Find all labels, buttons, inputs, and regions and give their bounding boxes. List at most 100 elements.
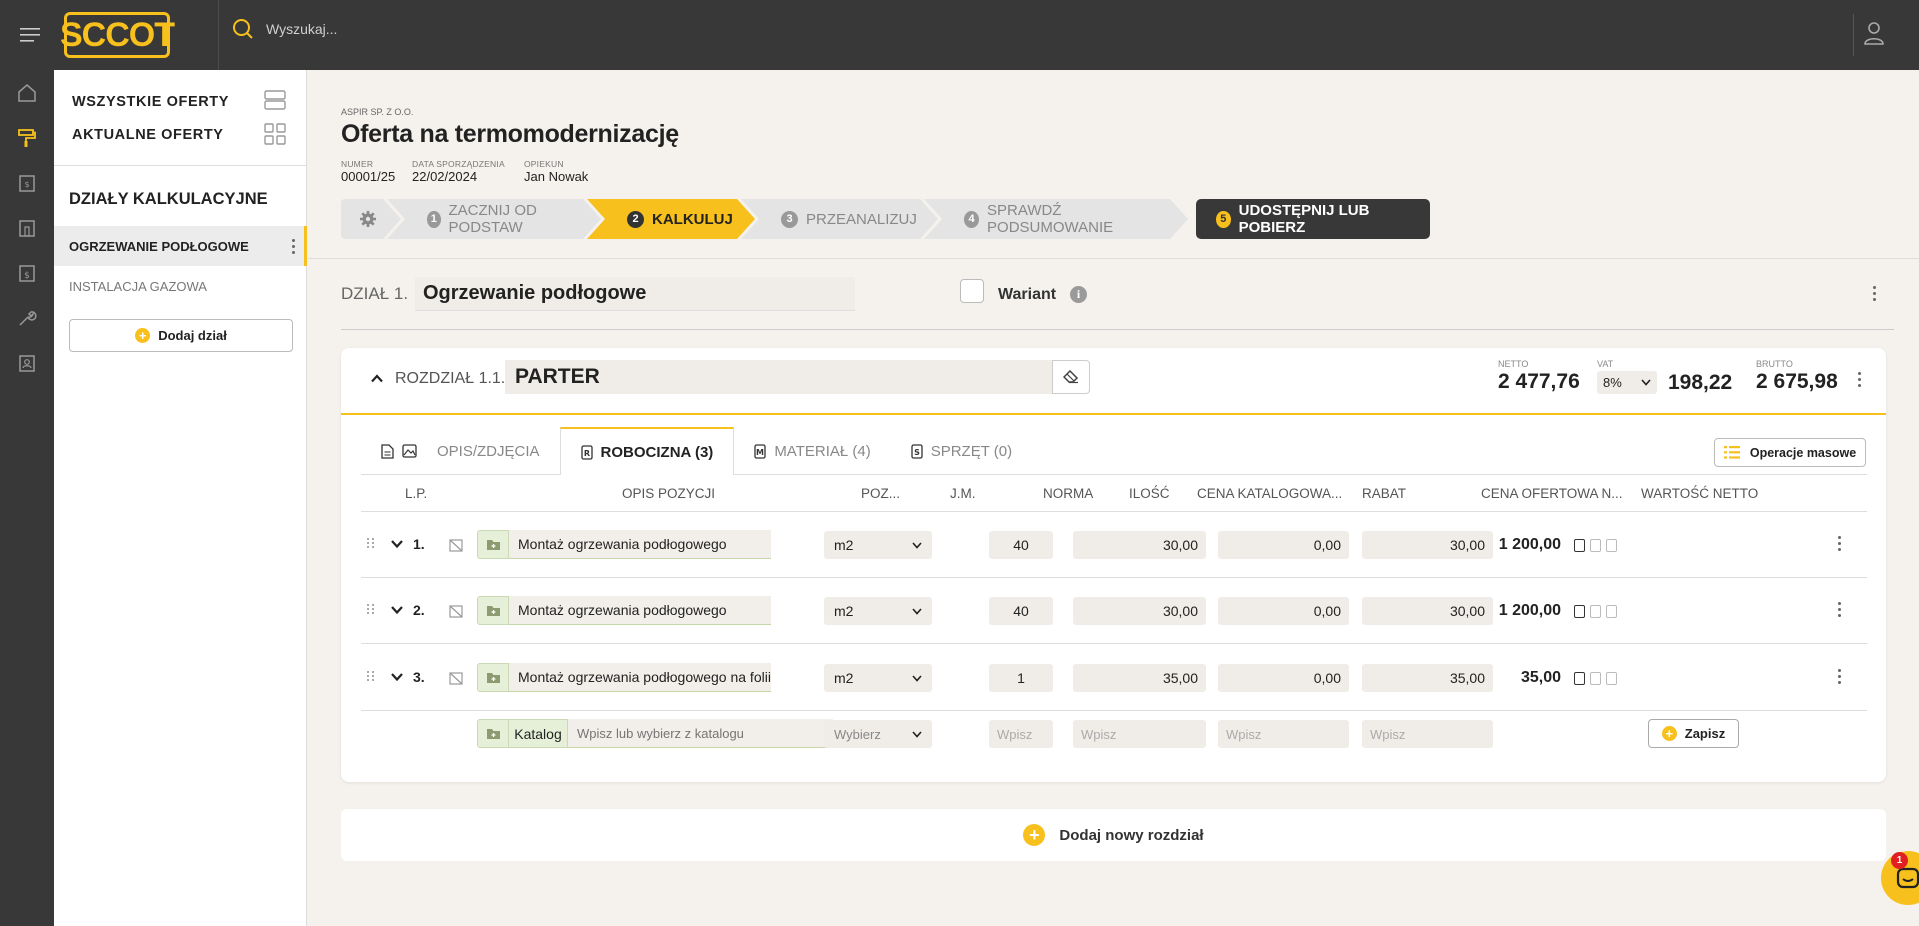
unit-select[interactable]: m2 xyxy=(824,597,932,625)
plus-icon: + xyxy=(1023,824,1046,846)
item-description[interactable]: Montaż ogrzewania podłogowego na folii xyxy=(509,663,771,692)
equipment-icon[interactable] xyxy=(1606,539,1617,552)
chevron-down-icon[interactable] xyxy=(391,540,403,548)
no-image-icon[interactable] xyxy=(449,605,463,618)
unit-value: m2 xyxy=(834,670,854,686)
discount-input[interactable]: 0,00 xyxy=(1218,597,1349,625)
step-1[interactable]: 1 ZACZNIJ OD PODSTAW xyxy=(387,199,601,239)
catalog-folder-button[interactable] xyxy=(477,663,509,692)
row-kebab-icon[interactable] xyxy=(1838,536,1841,551)
catalog-folder-button[interactable] xyxy=(477,719,509,748)
quantity-input[interactable]: 40 xyxy=(989,531,1053,559)
brutto-label: BRUTTO xyxy=(1756,359,1793,369)
search-input[interactable] xyxy=(266,21,666,37)
step-settings[interactable] xyxy=(341,199,401,239)
unit-select[interactable]: m2 xyxy=(824,664,932,692)
grid-view-icon[interactable] xyxy=(264,123,286,148)
menu-button[interactable] xyxy=(0,0,60,70)
row-kebab-icon[interactable] xyxy=(1838,669,1841,684)
equipment-icon[interactable] xyxy=(1606,672,1617,685)
catalog-price-input[interactable]: 30,00 xyxy=(1073,597,1206,625)
item-description[interactable]: Montaż ogrzewania podłogowego xyxy=(509,596,771,625)
quantity-input[interactable]: 1 xyxy=(989,664,1053,692)
step-5[interactable]: 5 UDOSTĘPNIJ LUB POBIERZ xyxy=(1196,199,1430,239)
search-bar xyxy=(232,18,666,40)
labor-icon[interactable] xyxy=(1574,539,1585,552)
meta-number: NUMER 00001/25 xyxy=(341,159,395,184)
step-4[interactable]: 4 SPRAWDŹ PODSUMOWANIE xyxy=(924,199,1188,239)
info-icon[interactable]: i xyxy=(1070,286,1087,303)
eraser-button[interactable] xyxy=(1052,360,1090,394)
chevron-down-icon[interactable] xyxy=(391,673,403,681)
material-icon[interactable] xyxy=(1590,539,1601,552)
add-new-section-button[interactable]: + Dodaj nowy rozdział xyxy=(341,809,1886,861)
search-icon[interactable] xyxy=(232,18,254,40)
user-button[interactable] xyxy=(1862,20,1886,49)
catalog-button[interactable]: Katalog xyxy=(509,719,568,748)
item-description[interactable]: Montaż ogrzewania podłogowego xyxy=(509,530,771,559)
document-icon xyxy=(381,443,394,459)
tab-sprzet[interactable]: S SPRZĘT (0) xyxy=(891,427,1032,475)
unit-select[interactable]: m2 xyxy=(824,531,932,559)
catalog-folder-button[interactable] xyxy=(477,596,509,625)
chevron-up-icon[interactable] xyxy=(371,374,383,383)
save-button[interactable]: + Zapisz xyxy=(1648,719,1739,748)
no-image-icon[interactable] xyxy=(449,539,463,552)
quantity-input[interactable]: Wpisz xyxy=(989,720,1053,748)
catalog-price-input[interactable]: Wpisz xyxy=(1073,720,1206,748)
unit-select[interactable]: Wybierz xyxy=(824,720,932,748)
sidebar-link-all-offers[interactable]: WSZYSTKIE OFERTY xyxy=(72,94,229,110)
rail-item-5[interactable]: $ xyxy=(0,250,54,295)
equipment-icon[interactable] xyxy=(1606,605,1617,618)
sidebar-link-current-offers[interactable]: AKTUALNE OFERTY xyxy=(72,127,224,143)
step-2[interactable]: 2 KALKULUJ xyxy=(587,199,755,239)
list-view-icon[interactable] xyxy=(264,90,286,113)
sidebar-item-ogrzewanie[interactable]: OGRZEWANIE PODŁOGOWE xyxy=(54,226,307,266)
labor-icon[interactable] xyxy=(1574,605,1585,618)
drag-handle-icon[interactable] xyxy=(367,671,375,681)
sidebar-item-instalacja[interactable]: INSTALACJA GAZOWA xyxy=(54,266,307,306)
rail-item-3[interactable]: $ xyxy=(0,160,54,205)
rail-home[interactable] xyxy=(0,70,54,115)
drag-handle-icon[interactable] xyxy=(367,538,375,548)
tab-material[interactable]: M MATERIAŁ (4) xyxy=(734,427,890,475)
catalog-price-input[interactable]: 35,00 xyxy=(1073,664,1206,692)
add-section-button[interactable]: + Dodaj dział xyxy=(69,319,293,352)
logo[interactable]: SCCOT xyxy=(60,12,175,58)
mass-operations-button[interactable]: Operacje masowe xyxy=(1714,438,1866,467)
discount-input[interactable]: Wpisz xyxy=(1218,720,1349,748)
type-icons xyxy=(1574,605,1617,618)
rozdzial-kebab-icon[interactable] xyxy=(1858,372,1861,387)
discount-input[interactable]: 0,00 xyxy=(1218,664,1349,692)
tab-robocizna[interactable]: R ROBOCIZNA (3) xyxy=(559,427,735,475)
drag-handle-icon[interactable] xyxy=(367,604,375,614)
rail-item-6[interactable] xyxy=(0,295,54,340)
dzial-name-input[interactable] xyxy=(415,277,855,311)
catalog-price-input[interactable]: 30,00 xyxy=(1073,531,1206,559)
wariant-checkbox[interactable] xyxy=(960,279,984,303)
material-icon[interactable] xyxy=(1590,672,1601,685)
brutto-value: 2 675,98 xyxy=(1756,370,1838,393)
rail-item-7[interactable] xyxy=(0,340,54,385)
vat-rate-select[interactable]: 8% xyxy=(1597,371,1657,394)
catalog-folder-button[interactable] xyxy=(477,530,509,559)
rozdzial-card: ROZDZIAŁ 1.1. NETTO 2 477,76 VAT 8% 198,… xyxy=(341,348,1886,782)
new-item-description-input[interactable] xyxy=(568,719,833,748)
rozdzial-name-input[interactable] xyxy=(505,360,1053,394)
quantity-input[interactable]: 40 xyxy=(989,597,1053,625)
kebab-menu-icon[interactable] xyxy=(292,239,295,254)
rail-item-4[interactable] xyxy=(0,205,54,250)
no-image-icon[interactable] xyxy=(449,672,463,685)
offer-price-input[interactable]: Wpisz xyxy=(1362,720,1493,748)
dzial-kebab-icon[interactable] xyxy=(1873,286,1876,301)
step-3[interactable]: 3 PRZEANALIZUJ xyxy=(741,199,938,239)
row-kebab-icon[interactable] xyxy=(1838,602,1841,617)
discount-input[interactable]: 0,00 xyxy=(1218,531,1349,559)
folder-plus-icon xyxy=(486,672,500,683)
chevron-down-icon[interactable] xyxy=(391,606,403,614)
tab-label: MATERIAŁ (4) xyxy=(774,442,871,460)
tab-opis[interactable]: OPIS/ZDJĘCIA xyxy=(361,427,560,475)
material-icon[interactable] xyxy=(1590,605,1601,618)
labor-icon[interactable] xyxy=(1574,672,1585,685)
rail-offers[interactable] xyxy=(0,115,54,160)
